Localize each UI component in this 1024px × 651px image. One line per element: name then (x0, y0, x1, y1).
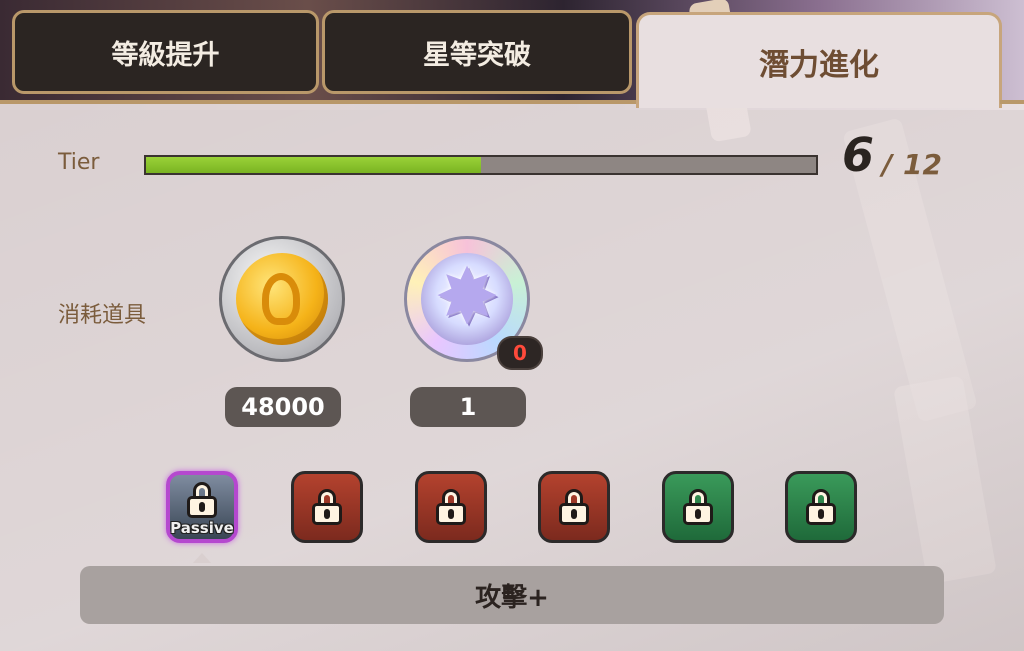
lock-icon (806, 489, 836, 525)
tier-progress-bar (144, 155, 818, 175)
tab-divider (1000, 100, 1024, 104)
tab-divider (0, 100, 640, 104)
skill-slot-4[interactable] (538, 471, 610, 543)
tier-separator: / (882, 148, 893, 181)
tab-label: 等級提升 (111, 39, 220, 71)
tab-label: 潛力進化 (759, 47, 879, 83)
lock-icon (436, 489, 466, 525)
skill-slot-passive[interactable]: Passive (166, 471, 238, 543)
tier-max-value: 12 (903, 148, 942, 181)
crystal-quantity: 1 (410, 387, 526, 427)
lock-icon (559, 489, 589, 525)
tab-level-up[interactable]: 等級提升 (12, 10, 319, 94)
tab-label: 星等突破 (423, 39, 531, 71)
skill-slot-2[interactable] (291, 471, 363, 543)
crystal-icon: ✸ (421, 253, 513, 345)
tier-progress-fill (146, 157, 481, 173)
passive-label: Passive (170, 519, 234, 537)
gold-coin-quantity: 48000 (225, 387, 341, 427)
lock-icon (187, 482, 217, 518)
skill-slot-6[interactable] (785, 471, 857, 543)
tab-potential-evolution[interactable]: 潛力進化 (636, 12, 1002, 108)
gold-coin-icon (236, 253, 328, 345)
skill-slot-3[interactable] (415, 471, 487, 543)
lock-icon (312, 489, 342, 525)
skill-description-bar: 攻擊+ (80, 566, 944, 624)
tab-star-breakthrough[interactable]: 星等突破 (322, 10, 632, 94)
tier-current-value: 6 (842, 128, 875, 182)
crystal-owned-count: 0 (497, 336, 543, 370)
skill-description-text: 攻擊+ (475, 582, 549, 613)
consumables-label: 消耗道具 (58, 303, 147, 328)
lock-icon (683, 489, 713, 525)
skill-slot-5[interactable] (662, 471, 734, 543)
selected-slot-pointer (193, 553, 211, 563)
gold-coin-item[interactable] (219, 236, 345, 362)
tier-label: Tier (58, 150, 100, 175)
